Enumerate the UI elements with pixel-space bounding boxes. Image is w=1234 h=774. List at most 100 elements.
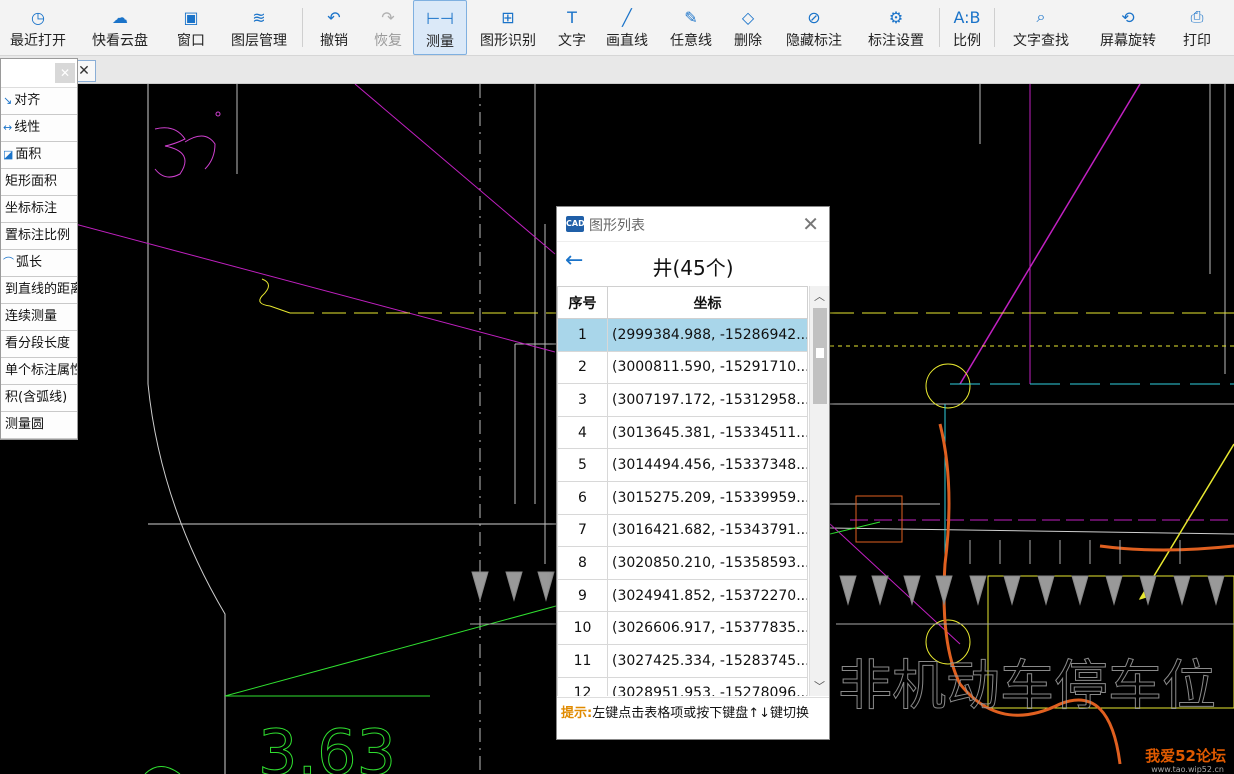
measure-menu-item[interactable]: 单个标注属性 — [1, 358, 77, 385]
toolbar-button-label: 文字 — [558, 33, 586, 49]
toolbar-button-print[interactable]: ⎙ 打印 — [1171, 0, 1223, 55]
tip-text: 左键点击表格项或按下键盘↑↓键切换 — [592, 706, 809, 721]
row-coord-cell[interactable]: (3026606.917, -15377835... — [607, 611, 808, 645]
toolbar-button-ruler[interactable]: ⊢⊣ 测量 — [413, 0, 467, 55]
measure-menu-item[interactable]: ↔ 线性 — [1, 115, 77, 142]
shape-table-container: 序号 坐标 1 (2999384.988, -15286942... 2 (30008… — [557, 286, 829, 696]
dialog-header: ← 井(45个) — [557, 242, 829, 286]
toolbar-button-label: 最近打开 — [10, 33, 66, 49]
scroll-up-icon[interactable]: ︿ — [814, 288, 825, 304]
parking-label-text: 非机动车停车位 — [838, 654, 1216, 717]
column-header-coord[interactable]: 坐标 — [607, 286, 808, 319]
toolbar-button-label: 图形识别 — [480, 33, 536, 49]
row-coord-cell[interactable]: (3027425.334, -15283745... — [607, 643, 808, 678]
row-index-cell[interactable]: 4 — [557, 415, 608, 450]
measure-menu-item[interactable]: ⌒ 弧长 — [1, 250, 77, 277]
toolbar-button-label: 任意线 — [670, 33, 712, 49]
row-index-cell[interactable]: 5 — [557, 448, 608, 482]
toolbar-button-layers[interactable]: ≋ 图层管理 — [218, 0, 300, 55]
toolbar-button-scale[interactable]: A:B 比例 — [942, 0, 992, 55]
table-row[interactable]: 8 (3020850.210, -15358593... — [557, 546, 808, 580]
toolbar-button-window[interactable]: ▣ 窗口 — [164, 0, 218, 55]
row-index-cell[interactable]: 9 — [557, 578, 608, 613]
row-coord-cell[interactable]: (3028951.953, -15278096... — [607, 676, 808, 696]
toolbar-button-label: 隐藏标注 — [786, 33, 842, 49]
row-coord-cell[interactable]: (3015275.209, -15339959... — [607, 480, 808, 515]
column-header-index[interactable]: 序号 — [557, 286, 608, 319]
menu-item-label: 单个标注属性 — [5, 363, 77, 378]
measure-menu-item[interactable]: 测量圆 — [1, 412, 77, 439]
menu-item-label: 看分段长度 — [5, 336, 71, 351]
table-row[interactable]: 9 (3024941.852, -15372270... — [557, 578, 808, 613]
toolbar-button-label: 图层管理 — [231, 33, 287, 49]
row-index-cell[interactable]: 1 — [557, 318, 608, 352]
app-logo-icon: CAD — [566, 216, 585, 232]
measure-menu-item[interactable]: 矩形面积 — [1, 169, 77, 196]
hide-eye-icon: ⊘ — [807, 7, 821, 27]
toolbar-button-cloud[interactable]: ☁ 快看云盘 — [76, 0, 164, 55]
toolbar-button-text-search[interactable]: ⌕ 文字查找 — [997, 0, 1085, 55]
measure-menu-item[interactable]: 看分段长度 — [1, 331, 77, 358]
table-row[interactable]: 5 (3014494.456, -15337348... — [557, 448, 808, 482]
clock-icon: ◷ — [31, 7, 45, 27]
eraser-icon: ◇ — [741, 7, 755, 27]
row-coord-cell[interactable]: (2999384.988, -15286942... — [607, 318, 808, 352]
row-index-cell[interactable]: 3 — [557, 383, 608, 417]
row-index-cell[interactable]: 8 — [557, 546, 608, 580]
measure-menu-item[interactable]: 到直线的距离 — [1, 277, 77, 304]
row-coord-cell[interactable]: (3024941.852, -15372270... — [607, 578, 808, 613]
close-icon[interactable]: ✕ — [55, 63, 75, 83]
row-coord-cell[interactable]: (3016421.682, -15343791... — [607, 513, 808, 548]
toolbar-button-label: 文字查找 — [1013, 33, 1069, 49]
row-coord-cell[interactable]: (3014494.456, -15337348... — [607, 448, 808, 482]
menu-item-icon: ↔ — [3, 121, 13, 134]
menu-item-label: 弧长 — [16, 255, 43, 270]
toolbar-button-label: 打印 — [1183, 33, 1211, 49]
table-scrollbar[interactable]: ︿ ﹀ — [809, 286, 829, 696]
toolbar-button-shape-recognize[interactable]: ⊞ 图形识别 — [467, 0, 549, 55]
table-row[interactable]: 3 (3007197.172, -15312958... — [557, 383, 808, 417]
table-row[interactable]: 4 (3013645.381, -15334511... — [557, 415, 808, 450]
dialog-close-button[interactable]: ✕ — [802, 212, 819, 236]
annotation-settings-icon: ⚙ — [888, 7, 904, 27]
toolbar-button-annotation-settings[interactable]: ⚙ 标注设置 — [855, 0, 937, 55]
row-coord-cell[interactable]: (3000811.590, -15291710... — [607, 350, 808, 385]
scroll-down-icon[interactable]: ﹀ — [814, 678, 825, 694]
toolbar-button-line[interactable]: ╱ 画直线 — [595, 0, 659, 55]
table-row[interactable]: 1 (2999384.988, -15286942... — [557, 318, 808, 352]
table-row[interactable]: 10 (3026606.917, -15377835... — [557, 611, 808, 645]
toolbar-button-redo[interactable]: ↷ 恢复 — [363, 0, 413, 55]
toolbar-button-clock[interactable]: ◷ 最近打开 — [0, 0, 76, 55]
measure-menu-item[interactable]: ↘ 对齐 — [1, 88, 77, 115]
toolbar-button-hide-eye[interactable]: ⊘ 隐藏标注 — [773, 0, 855, 55]
menu-item-label: 积(含弧线) — [5, 390, 68, 405]
table-row[interactable]: 2 (3000811.590, -15291710... — [557, 350, 808, 385]
row-coord-cell[interactable]: (3007197.172, -15312958... — [607, 383, 808, 417]
toolbar-button-text[interactable]: T 文字 — [549, 0, 595, 55]
toolbar-button-label: 画直线 — [606, 33, 648, 49]
measure-menu-item[interactable]: ◪ 面积 — [1, 142, 77, 169]
row-index-cell[interactable]: 10 — [557, 611, 608, 645]
row-index-cell[interactable]: 2 — [557, 350, 608, 385]
toolbar-button-rotate-screen[interactable]: ⟲ 屏幕旋转 — [1085, 0, 1171, 55]
shape-table: 序号 坐标 1 (2999384.988, -15286942... 2 (30008… — [557, 286, 808, 696]
row-index-cell[interactable]: 12 — [557, 676, 608, 696]
table-row[interactable]: 7 (3016421.682, -15343791... — [557, 513, 808, 548]
row-index-cell[interactable]: 6 — [557, 480, 608, 515]
measure-menu-item[interactable]: 积(含弧线) — [1, 385, 77, 412]
cloud-icon: ☁ — [112, 7, 128, 27]
redo-icon: ↷ — [381, 7, 395, 27]
table-row[interactable]: 6 (3015275.209, -15339959... — [557, 480, 808, 515]
row-coord-cell[interactable]: (3013645.381, -15334511... — [607, 415, 808, 450]
row-index-cell[interactable]: 11 — [557, 643, 608, 678]
toolbar-button-pen[interactable]: ✎ 任意线 — [659, 0, 723, 55]
measure-menu-item[interactable]: 置标注比例 — [1, 223, 77, 250]
table-row[interactable]: 12 (3028951.953, -15278096... — [557, 676, 808, 696]
table-row[interactable]: 11 (3027425.334, -15283745... — [557, 643, 808, 678]
measure-menu-item[interactable]: 坐标标注 — [1, 196, 77, 223]
toolbar-button-undo[interactable]: ↶ 撤销 — [305, 0, 363, 55]
row-coord-cell[interactable]: (3020850.210, -15358593... — [607, 546, 808, 580]
toolbar-button-eraser[interactable]: ◇ 删除 — [723, 0, 773, 55]
measure-menu-item[interactable]: 连续测量 — [1, 304, 77, 331]
row-index-cell[interactable]: 7 — [557, 513, 608, 548]
